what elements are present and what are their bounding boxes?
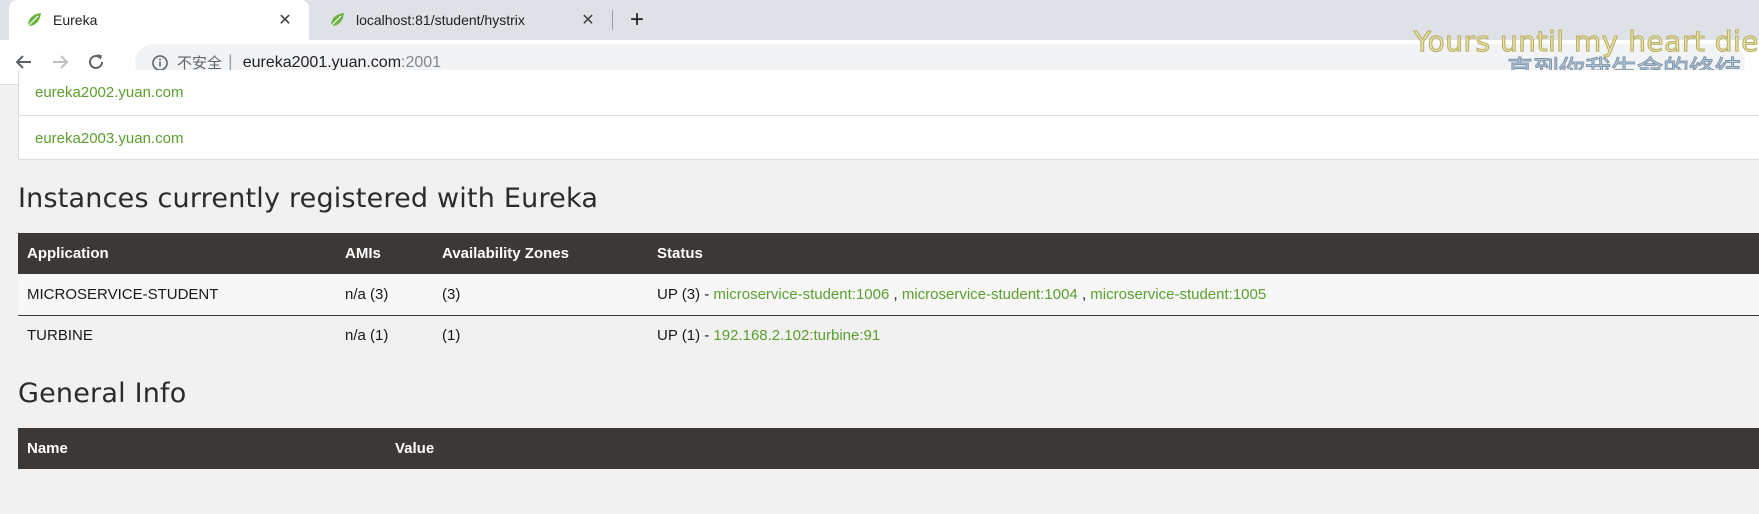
arrow-left-icon (15, 55, 31, 69)
link-separator: , (1081, 285, 1087, 303)
table-header-row: Application AMIs Availability Zones Stat… (18, 233, 1759, 274)
column-header: Name (18, 428, 386, 469)
url-host: eureka2001.yuan.com (242, 53, 402, 71)
tab-title: Eureka (53, 12, 98, 28)
arrow-right-icon (53, 55, 69, 69)
amis-cell: n/a (3) (345, 285, 389, 303)
status-text: UP (1) - (657, 327, 710, 345)
instance-link[interactable]: microservice-student:1005 (1090, 286, 1266, 303)
column-header: Value (386, 428, 1759, 469)
column-header: Availability Zones (433, 233, 648, 274)
instance-link[interactable]: 192.168.2.102:turbine:91 (713, 327, 880, 344)
tab-eureka[interactable]: Eureka ✕ (9, 0, 309, 40)
tab-title: localhost:81/student/hystrix (356, 12, 525, 28)
zones-cell: (1) (442, 327, 461, 345)
info-icon[interactable] (151, 54, 169, 72)
tab-strip: Eureka ✕ localhost:81/student/hystrix ✕ … (0, 0, 1759, 40)
application-cell: MICROSERVICE-STUDENT (27, 285, 219, 303)
general-info-table: Name Value (18, 428, 1759, 469)
instance-link[interactable]: microservice-student:1004 (902, 286, 1078, 303)
status-cell: UP (3) - microservice-student:1006 , mic… (648, 274, 1759, 315)
ds-replicas-list: eureka2002.yuan.com eureka2003.yuan.com (18, 70, 1759, 160)
column-header: Application (18, 233, 336, 274)
tab-hystrix[interactable]: localhost:81/student/hystrix ✕ (312, 0, 612, 40)
general-info-heading: General Info (18, 378, 187, 409)
amis-cell: n/a (1) (345, 327, 389, 345)
application-cell: TURBINE (27, 327, 93, 345)
column-header: Status (648, 233, 1759, 274)
table-row: TURBINE n/a (1) (1) UP (1) - 192.168.2.1… (18, 315, 1759, 356)
list-item: eureka2002.yuan.com (19, 70, 1759, 115)
url-port: :2001 (401, 53, 442, 71)
spring-leaf-icon (27, 13, 41, 27)
replica-link[interactable]: eureka2002.yuan.com (35, 84, 183, 101)
table-row: MICROSERVICE-STUDENT n/a (3) (3) UP (3) … (18, 274, 1759, 315)
close-tab-icon[interactable]: ✕ (273, 8, 297, 32)
instances-table: Application AMIs Availability Zones Stat… (18, 233, 1759, 356)
status-cell: UP (1) - 192.168.2.102:turbine:91 (648, 315, 1759, 356)
link-separator: , (893, 285, 898, 303)
new-tab-button[interactable]: + (624, 7, 650, 33)
status-text: UP (3) - (657, 285, 710, 303)
zones-cell: (3) (442, 285, 461, 303)
close-tab-icon[interactable]: ✕ (576, 8, 600, 32)
spring-leaf-icon (330, 13, 344, 27)
instance-link[interactable]: microservice-student:1006 (713, 286, 889, 303)
column-header: AMIs (336, 233, 433, 274)
replica-link[interactable]: eureka2003.yuan.com (35, 130, 183, 147)
reload-icon (89, 54, 103, 69)
instances-heading: Instances currently registered with Eure… (18, 183, 599, 214)
table-header-row: Name Value (18, 428, 1759, 469)
list-item: eureka2003.yuan.com (19, 115, 1759, 160)
tab-separator (612, 10, 613, 30)
